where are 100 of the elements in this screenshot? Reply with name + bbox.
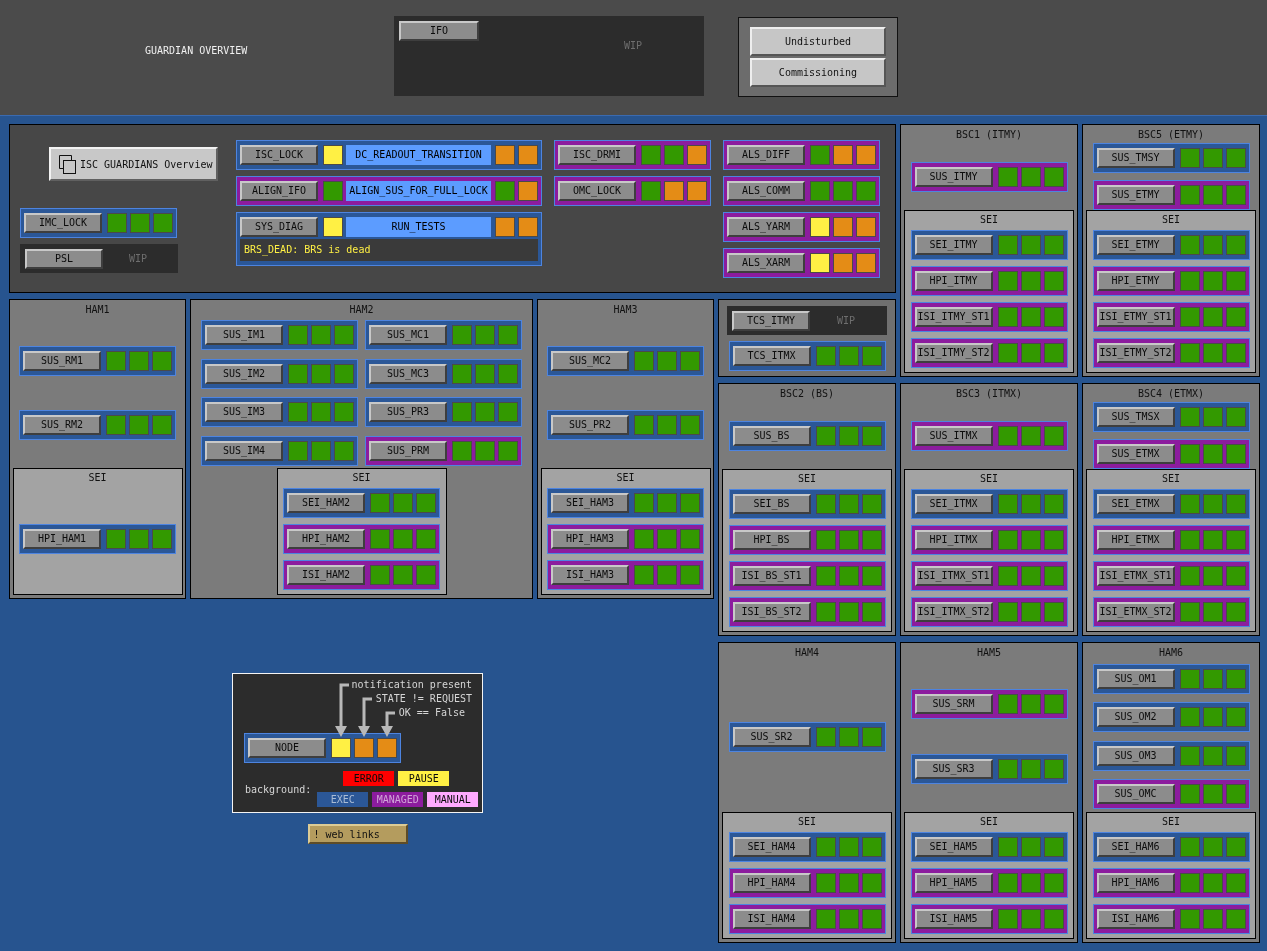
node-button[interactable]: SUS_TMSX [1096,407,1175,428]
node-button[interactable]: SUS_RM1 [23,351,101,371]
sei-title: SEI [979,815,999,829]
node-button[interactable]: SEI_HAM5 [914,837,993,857]
node-button[interactable]: SUS_OMC [1096,784,1175,805]
chamber-title: BSC4 (ETMX) [1137,387,1205,401]
mode-button[interactable]: Commissioning [750,58,886,87]
node-button[interactable]: SEI_ITMY [914,235,993,255]
node-button[interactable]: SUS_BS [732,425,811,446]
node-button[interactable]: ISI_ITMY_ST2 [914,343,993,363]
node-button[interactable]: HPI_HAM4 [732,873,811,893]
node-button[interactable]: ISI_ITMX_ST2 [914,602,993,622]
node-button[interactable]: SUS_MC2 [551,351,629,371]
node-button[interactable]: SUS_PRM [369,440,447,461]
node-button[interactable]: HPI_ETMX [1096,530,1175,550]
node-button[interactable]: ISI_HAM3 [551,565,629,585]
legend-note: notification present [351,678,472,692]
node-button[interactable]: SUS_OM3 [1096,745,1175,766]
node-button[interactable]: HPI_HAM3 [551,529,629,549]
node-button[interactable]: SUS_SRM [914,694,993,715]
node-button[interactable]: ALS_COMM [727,181,805,201]
node-button[interactable]: SUS_SR2 [732,726,811,747]
node-button[interactable]: ISI_ETMY_ST1 [1096,307,1175,327]
node-button[interactable]: SUS_RM2 [23,415,101,435]
node-button[interactable]: SEI_ETMX [1096,494,1175,514]
node-button[interactable]: SUS_IM3 [205,402,283,423]
node-button[interactable]: ISI_BS_ST1 [732,566,811,586]
chamber-title: BSC3 (ITMX) [955,387,1023,401]
chamber-title: HAM3 [613,303,638,317]
chamber-title: HAM6 [1158,646,1184,660]
node-button[interactable]: SUS_IM2 [205,363,283,384]
node-button[interactable]: ALS_DIFF [727,145,805,165]
node-button[interactable]: SEI_HAM2 [287,493,365,513]
node-button[interactable]: SUS_PR2 [551,415,629,435]
node-button[interactable]: HPI_ITMY [914,271,993,291]
node-button[interactable]: HPI_HAM1 [23,529,101,549]
node-button[interactable]: ISI_BS_ST2 [732,602,811,622]
node-button[interactable]: SUS_ETMY [1096,184,1175,205]
node-button[interactable]: HPI_HAM6 [1096,873,1175,893]
node-button[interactable]: PSL [25,249,103,269]
node-button[interactable]: ISI_HAM6 [1096,909,1175,929]
node-button[interactable]: ISI_HAM4 [732,909,811,929]
node-button[interactable]: HPI_HAM2 [287,529,365,549]
node-button[interactable]: SUS_TMSY [1096,148,1175,169]
node-button[interactable]: ISC_DRMI [558,145,636,165]
node-button[interactable]: HPI_HAM5 [914,873,993,893]
notification-message: BRS_DEAD: BRS is dead [240,239,538,261]
node-button[interactable]: TCS_ITMY [732,311,810,331]
node-button[interactable]: SUS_ITMY [914,166,993,187]
wip-label: WIP [836,315,856,327]
node-button[interactable]: SUS_MC3 [369,363,447,384]
sei-title: SEI [979,472,999,486]
node-button[interactable]: SEI_ETMY [1096,235,1175,255]
node-button[interactable]: HPI_ETMY [1096,271,1175,291]
color-key: MANAGED [372,792,424,807]
node-button[interactable]: IFO [399,21,479,41]
mode-button[interactable]: Undisturbed [750,27,886,56]
node-button[interactable]: ISI_ITMY_ST1 [914,307,993,327]
node-button[interactable]: IMC_LOCK [24,213,102,233]
node-button[interactable]: ALS_XARM [727,253,805,273]
color-key: PAUSE [398,771,450,786]
node-button[interactable]: SUS_ITMX [914,425,993,446]
node-button[interactable]: SEI_HAM4 [732,837,811,857]
node-button[interactable]: SEI_BS [732,494,811,514]
page-title: GUARDIAN OVERVIEW [145,45,248,57]
chamber-title: BSC5 (ETMY) [1137,128,1205,142]
node-button[interactable]: SEI_HAM6 [1096,837,1175,857]
color-key: ERROR [343,771,395,786]
node-button[interactable]: ISI_ITMX_ST1 [914,566,993,586]
color-key: EXEC [317,792,369,807]
node-button[interactable]: ISC_LOCK [240,145,318,165]
node-button[interactable]: SUS_SR3 [914,758,993,779]
node-button[interactable]: HPI_ITMX [914,530,993,550]
web-links-button[interactable]: ! web links [307,824,408,844]
overview-button[interactable]: ISC GUARDIANS Overview [49,147,218,181]
node-button[interactable]: SUS_OM1 [1096,668,1175,689]
overlapping-squares-icon [58,154,76,174]
node-button[interactable]: ISI_ETMX_ST1 [1096,566,1175,586]
node-button[interactable]: ISI_ETMX_ST2 [1096,602,1175,622]
node-button[interactable]: SEI_HAM3 [551,493,629,513]
node-button[interactable]: SYS_DIAG [240,217,318,237]
node-button[interactable]: ALIGN_IFO [240,181,318,201]
node-button[interactable]: ISI_ETMY_ST2 [1096,343,1175,363]
node-button[interactable]: SUS_IM4 [205,440,283,461]
node-button[interactable]: SUS_MC1 [369,325,447,346]
node-button[interactable]: SEI_ITMX [914,494,993,514]
node-button[interactable]: ISI_HAM5 [914,909,993,929]
node-button[interactable]: SUS_PR3 [369,402,447,423]
wip-label: WIP [128,253,148,265]
node-button[interactable]: TCS_ITMX [732,346,811,366]
node-button[interactable]: SUS_IM1 [205,325,283,346]
node-button[interactable]: SUS_OM2 [1096,707,1175,728]
legend-note: STATE != REQUEST [375,692,472,706]
node-button[interactable]: NODE [248,738,326,758]
node-button[interactable]: OMC_LOCK [558,181,636,201]
chamber-title: BSC2 (BS) [779,387,835,401]
node-button[interactable]: ISI_HAM2 [287,565,365,585]
node-button[interactable]: HPI_BS [732,530,811,550]
node-button[interactable]: ALS_YARM [727,217,805,237]
node-button[interactable]: SUS_ETMX [1096,443,1175,464]
